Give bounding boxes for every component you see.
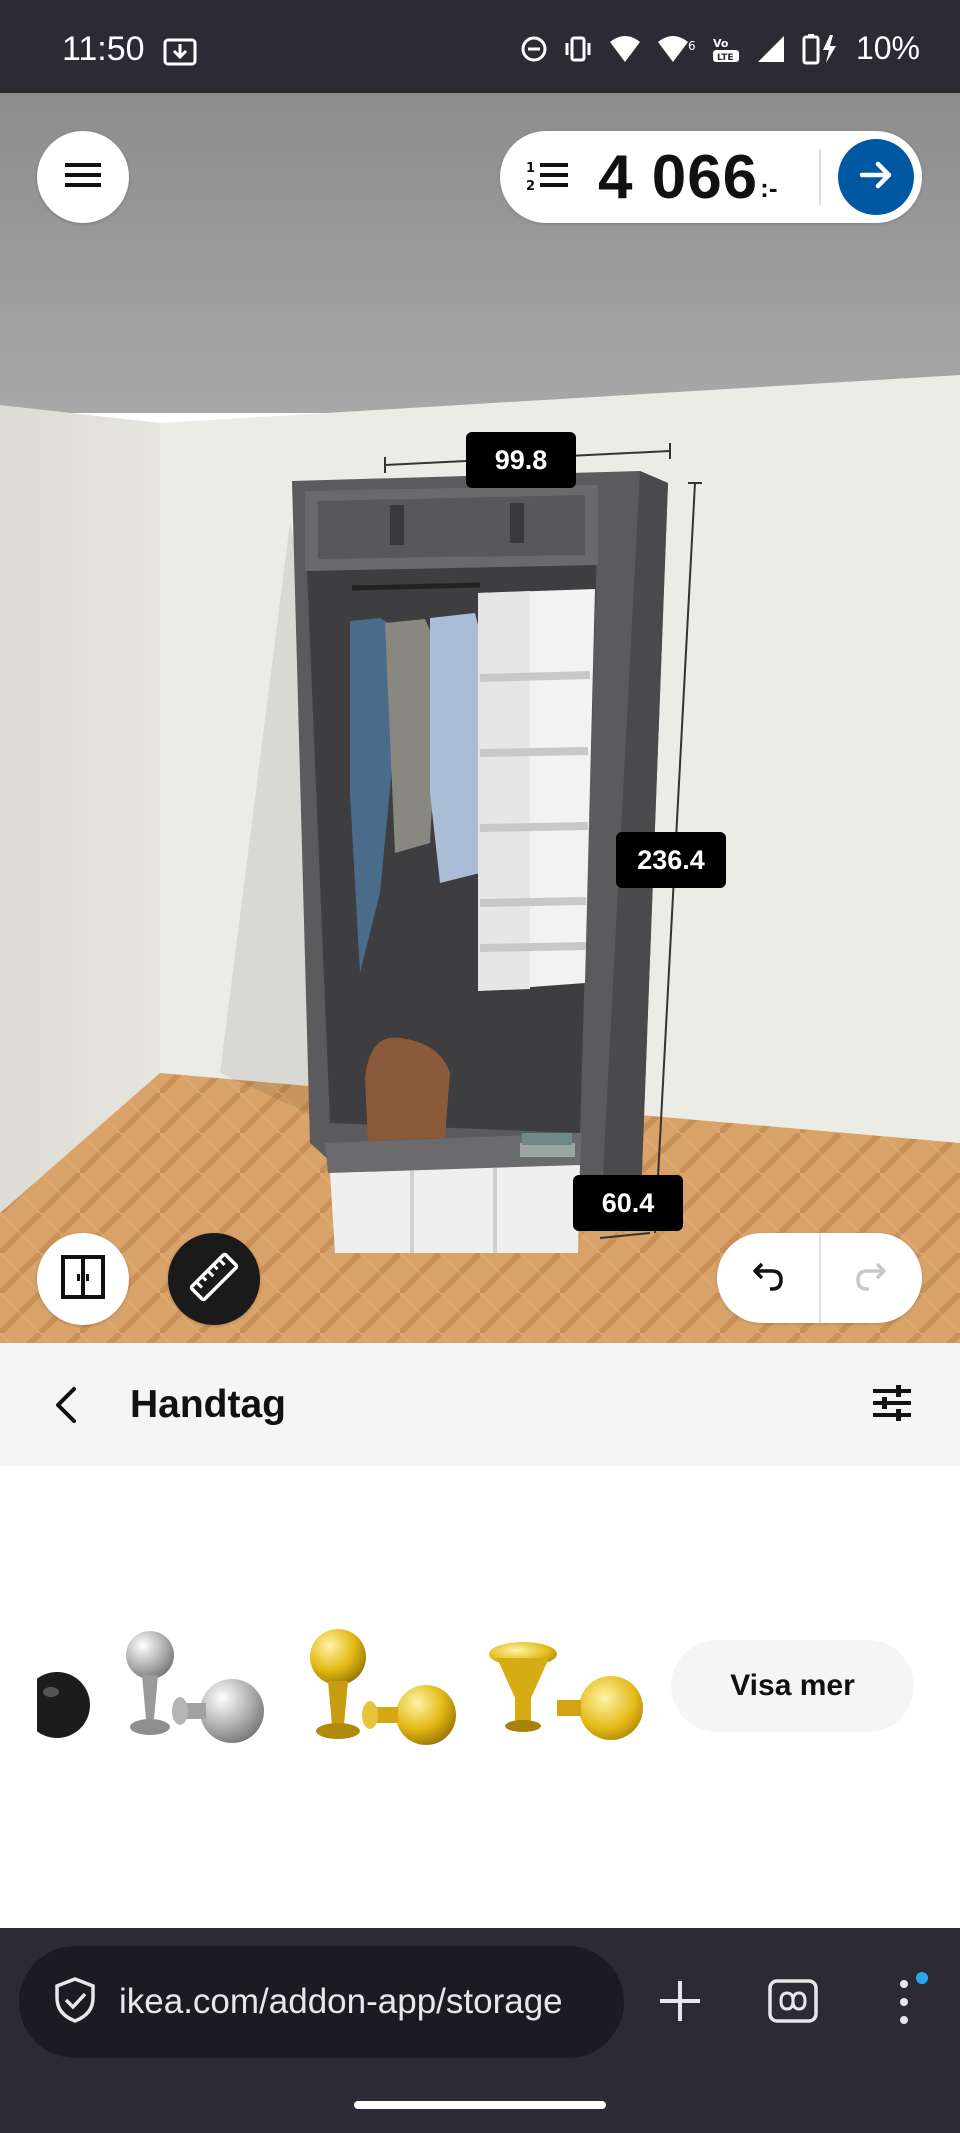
undo-redo-group: [717, 1233, 922, 1323]
more-menu-button[interactable]: [888, 1972, 928, 2032]
arrow-right-icon: [856, 155, 896, 200]
status-time: 11:50: [62, 30, 145, 68]
svg-text:Vo: Vo: [713, 37, 729, 50]
svg-text:1: 1: [526, 161, 535, 176]
depth-dimension-label: 60.4: [573, 1175, 683, 1231]
toggle-doors-button[interactable]: [37, 1233, 129, 1325]
new-tab-button[interactable]: [655, 1976, 705, 2026]
shield-check-icon: [53, 1976, 97, 2029]
wardrobe-3d-view[interactable]: 99.8 236.4 60.4: [0, 93, 960, 1343]
svg-text:LTE: LTE: [717, 53, 734, 63]
price-summary[interactable]: 12 4 066 :-: [500, 131, 922, 223]
svg-text:6: 6: [688, 39, 696, 53]
redo-icon: [853, 1258, 889, 1299]
status-icons: 6 Vo LTE 10%: [520, 30, 920, 67]
wardrobe-render: [0, 93, 960, 1343]
product-carousel: Visa mer: [0, 1466, 960, 1928]
svg-text:2: 2: [526, 179, 535, 192]
hamburger-icon: [63, 160, 103, 195]
plus-icon: [660, 1981, 700, 2021]
filter-sliders-icon: [873, 1385, 911, 1421]
redo-button[interactable]: [821, 1233, 923, 1323]
wifi-icon: [608, 34, 642, 64]
category-title: Handtag: [130, 1383, 286, 1426]
wardrobe-doors-icon: [60, 1254, 106, 1305]
browser-toolbar: ikea.com/addon-app/storage: [0, 1928, 960, 2133]
ruler-icon: [188, 1251, 240, 1308]
wifi-6-icon: 6: [656, 34, 696, 64]
proceed-button[interactable]: [838, 139, 914, 215]
battery-charging-icon: [800, 33, 842, 65]
toggle-measurements-button[interactable]: [168, 1233, 260, 1325]
price-suffix: :-: [760, 172, 778, 203]
back-button[interactable]: [42, 1381, 90, 1429]
show-more-button[interactable]: Visa mer: [671, 1640, 914, 1732]
signal-icon: [756, 34, 786, 64]
category-toolbar: Handtag: [0, 1343, 960, 1466]
undo-button[interactable]: [717, 1233, 821, 1323]
vibrate-icon: [562, 35, 594, 63]
tab-infinity-icon: [768, 1979, 818, 2023]
product-brass-round-knob[interactable]: [300, 1629, 465, 1751]
width-dimension-label: 99.8: [466, 432, 576, 488]
menu-button[interactable]: [37, 131, 129, 223]
divider: [819, 149, 821, 205]
volte-icon: Vo LTE: [710, 34, 742, 64]
height-dimension-label: 236.4: [616, 832, 726, 888]
undo-icon: [750, 1258, 786, 1299]
product-steel-knob[interactable]: [118, 1629, 278, 1749]
list-numbered-icon: 12: [526, 158, 570, 197]
total-price: 4 066: [598, 142, 759, 212]
home-indicator[interactable]: [354, 2101, 606, 2109]
filter-button[interactable]: [870, 1383, 920, 1427]
battery-percent: 10%: [855, 30, 920, 66]
url-text: ikea.com/addon-app/storage: [119, 1982, 563, 2021]
kebab-menu-icon: [900, 1972, 928, 2024]
dnd-icon: [520, 35, 548, 63]
url-bar[interactable]: ikea.com/addon-app/storage: [19, 1946, 624, 2058]
product-black-knob[interactable]: [37, 1670, 97, 1740]
product-brass-flat-knob[interactable]: [487, 1640, 652, 1750]
tabs-button[interactable]: [767, 1976, 819, 2026]
chevron-left-icon: [56, 1387, 76, 1423]
status-bar: 11:50 6 Vo LTE 10%: [0, 0, 960, 93]
download-icon: [163, 36, 197, 71]
